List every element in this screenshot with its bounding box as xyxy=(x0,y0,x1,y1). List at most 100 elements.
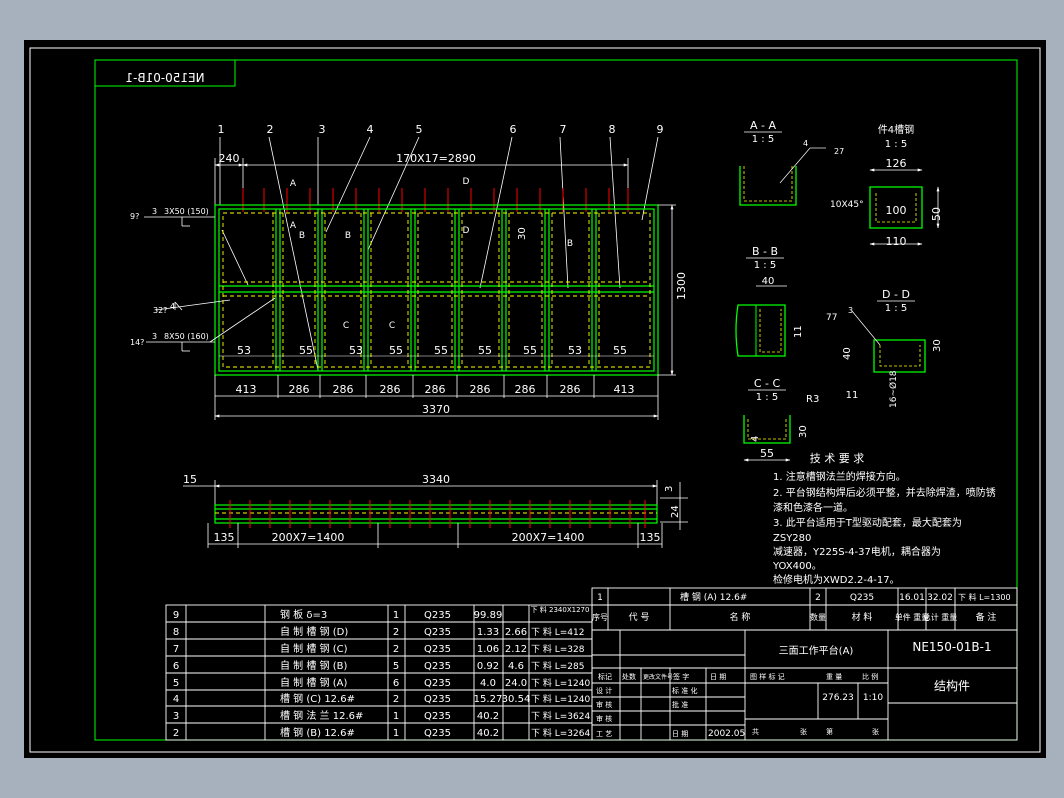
bom-r8-w1: 1.33 xyxy=(477,627,499,638)
bom-r5-w1: 4.0 xyxy=(480,678,496,689)
section-mark-a2: A xyxy=(290,221,297,231)
callout-4: 4 xyxy=(367,123,374,136)
weld3-text: 8X50 (160) xyxy=(164,332,209,341)
bom-r2-note: 下 料 L=3264 xyxy=(531,727,590,739)
section-cc-title: C - C xyxy=(754,377,781,390)
tb-label-mark: 标记 xyxy=(598,672,612,681)
bom-header-qty: 数量 xyxy=(810,612,826,622)
tb-label-sign: 签 字 xyxy=(673,672,689,681)
bom-r9-w1: 99.89 xyxy=(474,610,503,621)
dim-left-240: 240 xyxy=(219,152,240,165)
bom-r8-no: 8 xyxy=(173,627,179,638)
bom-r7-qty: 2 xyxy=(393,644,399,655)
cell-dim-2: 55 xyxy=(299,344,313,357)
section-dd-bottom: 11 xyxy=(846,390,859,401)
section-cc-radius: R3 xyxy=(806,394,819,405)
weld3-left: 14? xyxy=(130,338,144,347)
weld1-text: 3X50 (150) xyxy=(164,207,209,216)
bom-r4-w2: 30.54 xyxy=(502,694,531,705)
bom-r6-w2: 4.6 xyxy=(508,661,524,672)
bom-r2-qty: 1 xyxy=(393,728,399,739)
tb-label-date2: 日 期 xyxy=(672,730,688,738)
elev-height-24: 24 xyxy=(670,505,681,518)
elev-left-15: 15 xyxy=(183,473,197,486)
bom-r1-no: 1 xyxy=(597,593,603,603)
dim-pitch-top: 170X17=2890 xyxy=(396,152,476,165)
notes-line-1: 1. 注意槽钢法兰的焊接方向。 xyxy=(773,470,906,483)
bom-r9-mat: Q235 xyxy=(424,610,451,621)
bottom-dim-9: 413 xyxy=(614,383,635,396)
weld1-sym: 3 xyxy=(152,207,157,216)
bom-r6-no: 6 xyxy=(173,661,179,672)
bottom-dim-4: 286 xyxy=(380,383,401,396)
section-mark-c1: C xyxy=(343,321,349,331)
detail-4-title: 件4槽钢 xyxy=(878,123,914,136)
dim-inner-30: 30 xyxy=(517,227,528,240)
section-mark-b1: B xyxy=(299,231,305,241)
bom-r8-name: 自 制 槽 钢 (D) xyxy=(280,625,348,638)
section-mark-d1: D xyxy=(463,177,470,187)
bom-r4-note: 下 料 L=1240 xyxy=(531,693,590,705)
elev-pitch-left: 200X7=1400 xyxy=(272,531,345,544)
bom-r4-w1: 15.27 xyxy=(474,694,503,705)
tb-label-page: 第 xyxy=(826,727,833,736)
bom-r5-w2: 24.0 xyxy=(505,678,527,689)
cell-dim-7: 55 xyxy=(523,344,537,357)
tb-weight: 276.23 xyxy=(822,693,854,703)
tb-label-review: 审 核 xyxy=(596,714,612,723)
bom-r3-qty: 1 xyxy=(393,711,399,722)
section-dd-side: 16~Ø18 xyxy=(888,370,899,408)
bom-r7-w1: 1.06 xyxy=(477,644,499,655)
detail-4-top: 126 xyxy=(886,157,907,170)
elev-pitch-right: 200X7=1400 xyxy=(512,531,585,544)
bom-r7-mat: Q235 xyxy=(424,644,451,655)
bom-r3-w1: 40.2 xyxy=(477,711,499,722)
section-aa-scale: 1 : 5 xyxy=(752,134,774,145)
section-mark-b3: B xyxy=(567,239,573,249)
total-width-3370: 3370 xyxy=(422,403,450,416)
bom-r1-note: 下 料 L=1300 xyxy=(958,592,1011,602)
detail-4-scale: 1 : 5 xyxy=(885,139,907,150)
section-mark-d2: D xyxy=(463,226,470,236)
cad-drawing-viewport[interactable]: NE150-01B-1 1 2 3 4 5 6 7 8 9 240 170X17… xyxy=(0,0,1064,798)
bom-r7-name: 自 制 槽 钢 (C) xyxy=(280,642,348,655)
callout-8: 8 xyxy=(609,123,616,136)
tb-label-scale: 比 例 xyxy=(862,672,878,681)
detail-4-inner: 100 xyxy=(886,204,907,217)
bom-r2-no: 2 xyxy=(173,728,179,739)
bottom-dim-3: 286 xyxy=(333,383,354,396)
detail-4-bottom: 110 xyxy=(886,235,907,248)
elev-right-3: 3 xyxy=(664,486,675,492)
weld1-left: 9? xyxy=(130,212,139,221)
bom-r1-w2: 32.02 xyxy=(927,593,953,603)
cell-dim-4: 55 xyxy=(389,344,403,357)
cell-dim-1: 53 xyxy=(237,344,251,357)
tb-label-sheet2: 张 xyxy=(872,727,879,736)
tb-label-process: 工 艺 xyxy=(596,730,612,738)
callout-6: 6 xyxy=(510,123,517,136)
section-aa-weld-sym: 4 xyxy=(803,139,808,148)
section-aa-weld-val: 27 xyxy=(834,147,844,156)
section-dd-scale: 1 : 5 xyxy=(885,303,907,314)
bom-r9-name: 钢 板 δ=3 xyxy=(280,608,327,621)
section-aa-title: A - A xyxy=(750,119,776,132)
section-dd-weld-sym: 3 xyxy=(848,306,853,315)
bom-r4-qty: 2 xyxy=(393,694,399,705)
section-bb-scale: 1 : 5 xyxy=(754,260,776,271)
tb-label-sheet: 张 xyxy=(800,727,807,736)
bom-header-mat: 材 料 xyxy=(852,611,873,623)
bottom-dim-1: 413 xyxy=(236,383,257,396)
cell-dim-5: 55 xyxy=(434,344,448,357)
bom-r8-mat: Q235 xyxy=(424,627,451,638)
notes-line-8: 检修电机为XWD2.2-4-17。 xyxy=(773,573,900,586)
bom-header-w2: 总计 重量 xyxy=(923,612,958,622)
callout-3: 3 xyxy=(319,123,326,136)
bom-r1-mat: Q235 xyxy=(850,593,874,603)
cell-dim-9: 55 xyxy=(613,344,627,357)
bom-r5-name: 自 制 槽 钢 (A) xyxy=(280,676,347,689)
tb-date: 2002.05 xyxy=(708,729,745,739)
bom-r4-mat: Q235 xyxy=(424,694,451,705)
tb-project: 三面工作平台(A) xyxy=(779,644,854,657)
bom-r1-w1: 16.01 xyxy=(899,593,925,603)
cell-dim-6: 55 xyxy=(478,344,492,357)
